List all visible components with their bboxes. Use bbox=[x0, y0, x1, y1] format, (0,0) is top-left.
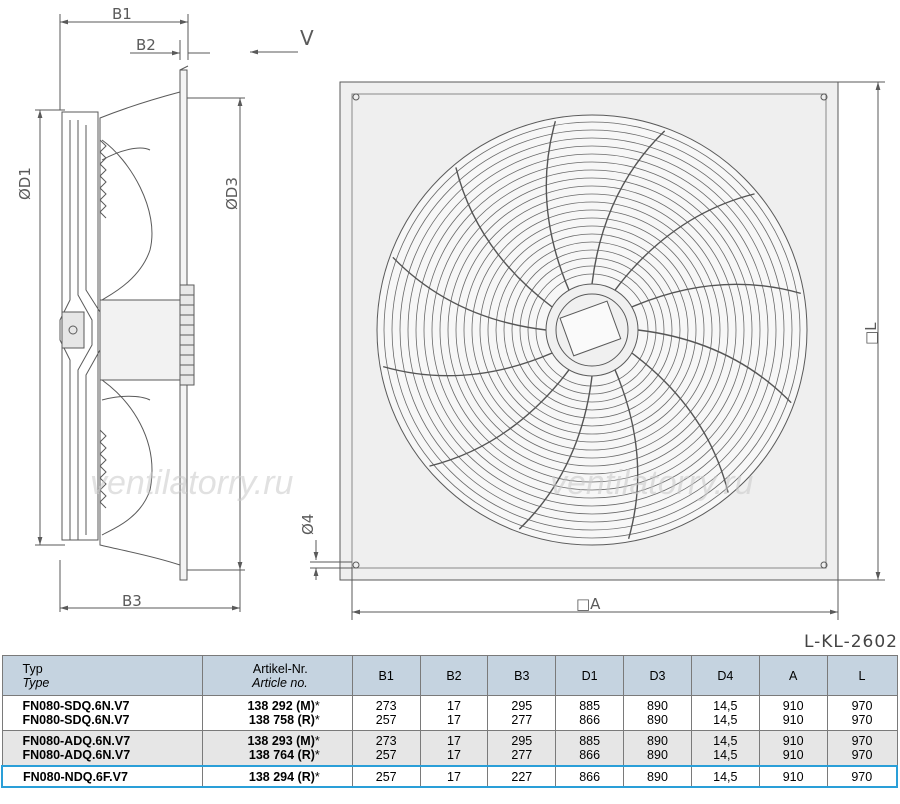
table-row: FN080-SDQ.6N.V7 FN080-SDQ.6N.V7 138 292 (… bbox=[1, 695, 898, 731]
cell-b3: 227 bbox=[487, 765, 557, 788]
cell-b2: 17 bbox=[419, 765, 489, 788]
col-header-d1: D1 bbox=[555, 655, 625, 696]
cell-d4: 14,5 14,5 bbox=[690, 695, 760, 731]
cell-d1: 885 866 bbox=[555, 730, 625, 767]
cell-b1: 273 257 bbox=[351, 730, 421, 767]
cell-d4: 14,5 14,5 bbox=[690, 730, 760, 767]
spec-table: Typ Type Artikel-Nr. Article no. B1 B2 B… bbox=[1, 655, 898, 788]
col-header-l: L bbox=[826, 655, 898, 696]
cell-b2: 17 17 bbox=[419, 730, 489, 767]
col-header-d3: D3 bbox=[623, 655, 692, 696]
cell-a: 910 bbox=[758, 765, 828, 788]
cell-d3: 890 bbox=[623, 765, 692, 788]
col-header-article: Artikel-Nr. Article no. bbox=[202, 655, 353, 696]
cell-type: FN080-SDQ.6N.V7 FN080-SDQ.6N.V7 bbox=[1, 695, 204, 731]
dim-b3-label: B3 bbox=[122, 592, 142, 610]
cell-l: 970 970 bbox=[826, 730, 898, 767]
cell-article: 138 293 (M)* 138 764 (R)* bbox=[202, 730, 353, 767]
dim-b1-label: B1 bbox=[112, 5, 132, 23]
technical-drawing: B1 B2 V B3 ØD1 ØD3 Ø4 □A □L ventilatorry… bbox=[16, 5, 885, 620]
cell-d3: 890 890 bbox=[623, 695, 692, 731]
cell-l: 970 bbox=[826, 765, 898, 788]
dim-a-label: □A bbox=[576, 595, 601, 613]
drawing-reference: L-KL-2602 bbox=[803, 632, 898, 652]
dim-d1-label: ØD1 bbox=[16, 167, 34, 200]
cell-b3: 295 277 bbox=[487, 695, 557, 731]
side-view bbox=[35, 14, 245, 612]
cell-article: 138 294 (R)* bbox=[202, 765, 353, 788]
cell-b1: 257 bbox=[351, 765, 421, 788]
cell-d1: 885 866 bbox=[555, 695, 625, 731]
dim-b2-label: B2 bbox=[136, 36, 156, 54]
cell-a: 910 910 bbox=[758, 730, 828, 767]
cell-b2: 17 17 bbox=[419, 695, 489, 731]
front-view bbox=[310, 81, 885, 620]
cell-b3: 295 277 bbox=[487, 730, 557, 767]
watermark-left: ventilatorry.ru bbox=[90, 464, 294, 502]
table-row-highlighted: FN080-NDQ.6F.V7 138 294 (R)* 257 17 227 … bbox=[1, 765, 898, 788]
cell-d1: 866 bbox=[555, 765, 625, 788]
table-row: FN080-ADQ.6N.V7 FN080-ADQ.6N.V7 138 293 (… bbox=[1, 730, 898, 767]
col-header-a: A bbox=[758, 655, 828, 696]
col-header-b3: B3 bbox=[487, 655, 557, 696]
dim-d4-label: Ø4 bbox=[299, 514, 317, 535]
col-header-b2: B2 bbox=[419, 655, 489, 696]
cell-d3: 890 890 bbox=[623, 730, 692, 767]
cell-a: 910 910 bbox=[758, 695, 828, 731]
cell-type: FN080-NDQ.6F.V7 bbox=[1, 765, 204, 788]
dim-v-label: V bbox=[300, 26, 314, 50]
col-header-type: Typ Type bbox=[1, 655, 204, 696]
dim-d3-label: ØD3 bbox=[223, 177, 241, 210]
cell-article: 138 292 (M)* 138 758 (R)* bbox=[202, 695, 353, 731]
cell-type: FN080-ADQ.6N.V7 FN080-ADQ.6N.V7 bbox=[1, 730, 204, 767]
col-header-b1: B1 bbox=[351, 655, 421, 696]
table-header-row: Typ Type Artikel-Nr. Article no. B1 B2 B… bbox=[1, 655, 898, 696]
dim-l-label: □L bbox=[862, 322, 880, 345]
col-header-d4: D4 bbox=[690, 655, 760, 696]
cell-b1: 273 257 bbox=[351, 695, 421, 731]
cell-l: 970 970 bbox=[826, 695, 898, 731]
watermark-right: ventilatorry.ru bbox=[550, 464, 754, 502]
cell-d4: 14,5 bbox=[690, 765, 760, 788]
